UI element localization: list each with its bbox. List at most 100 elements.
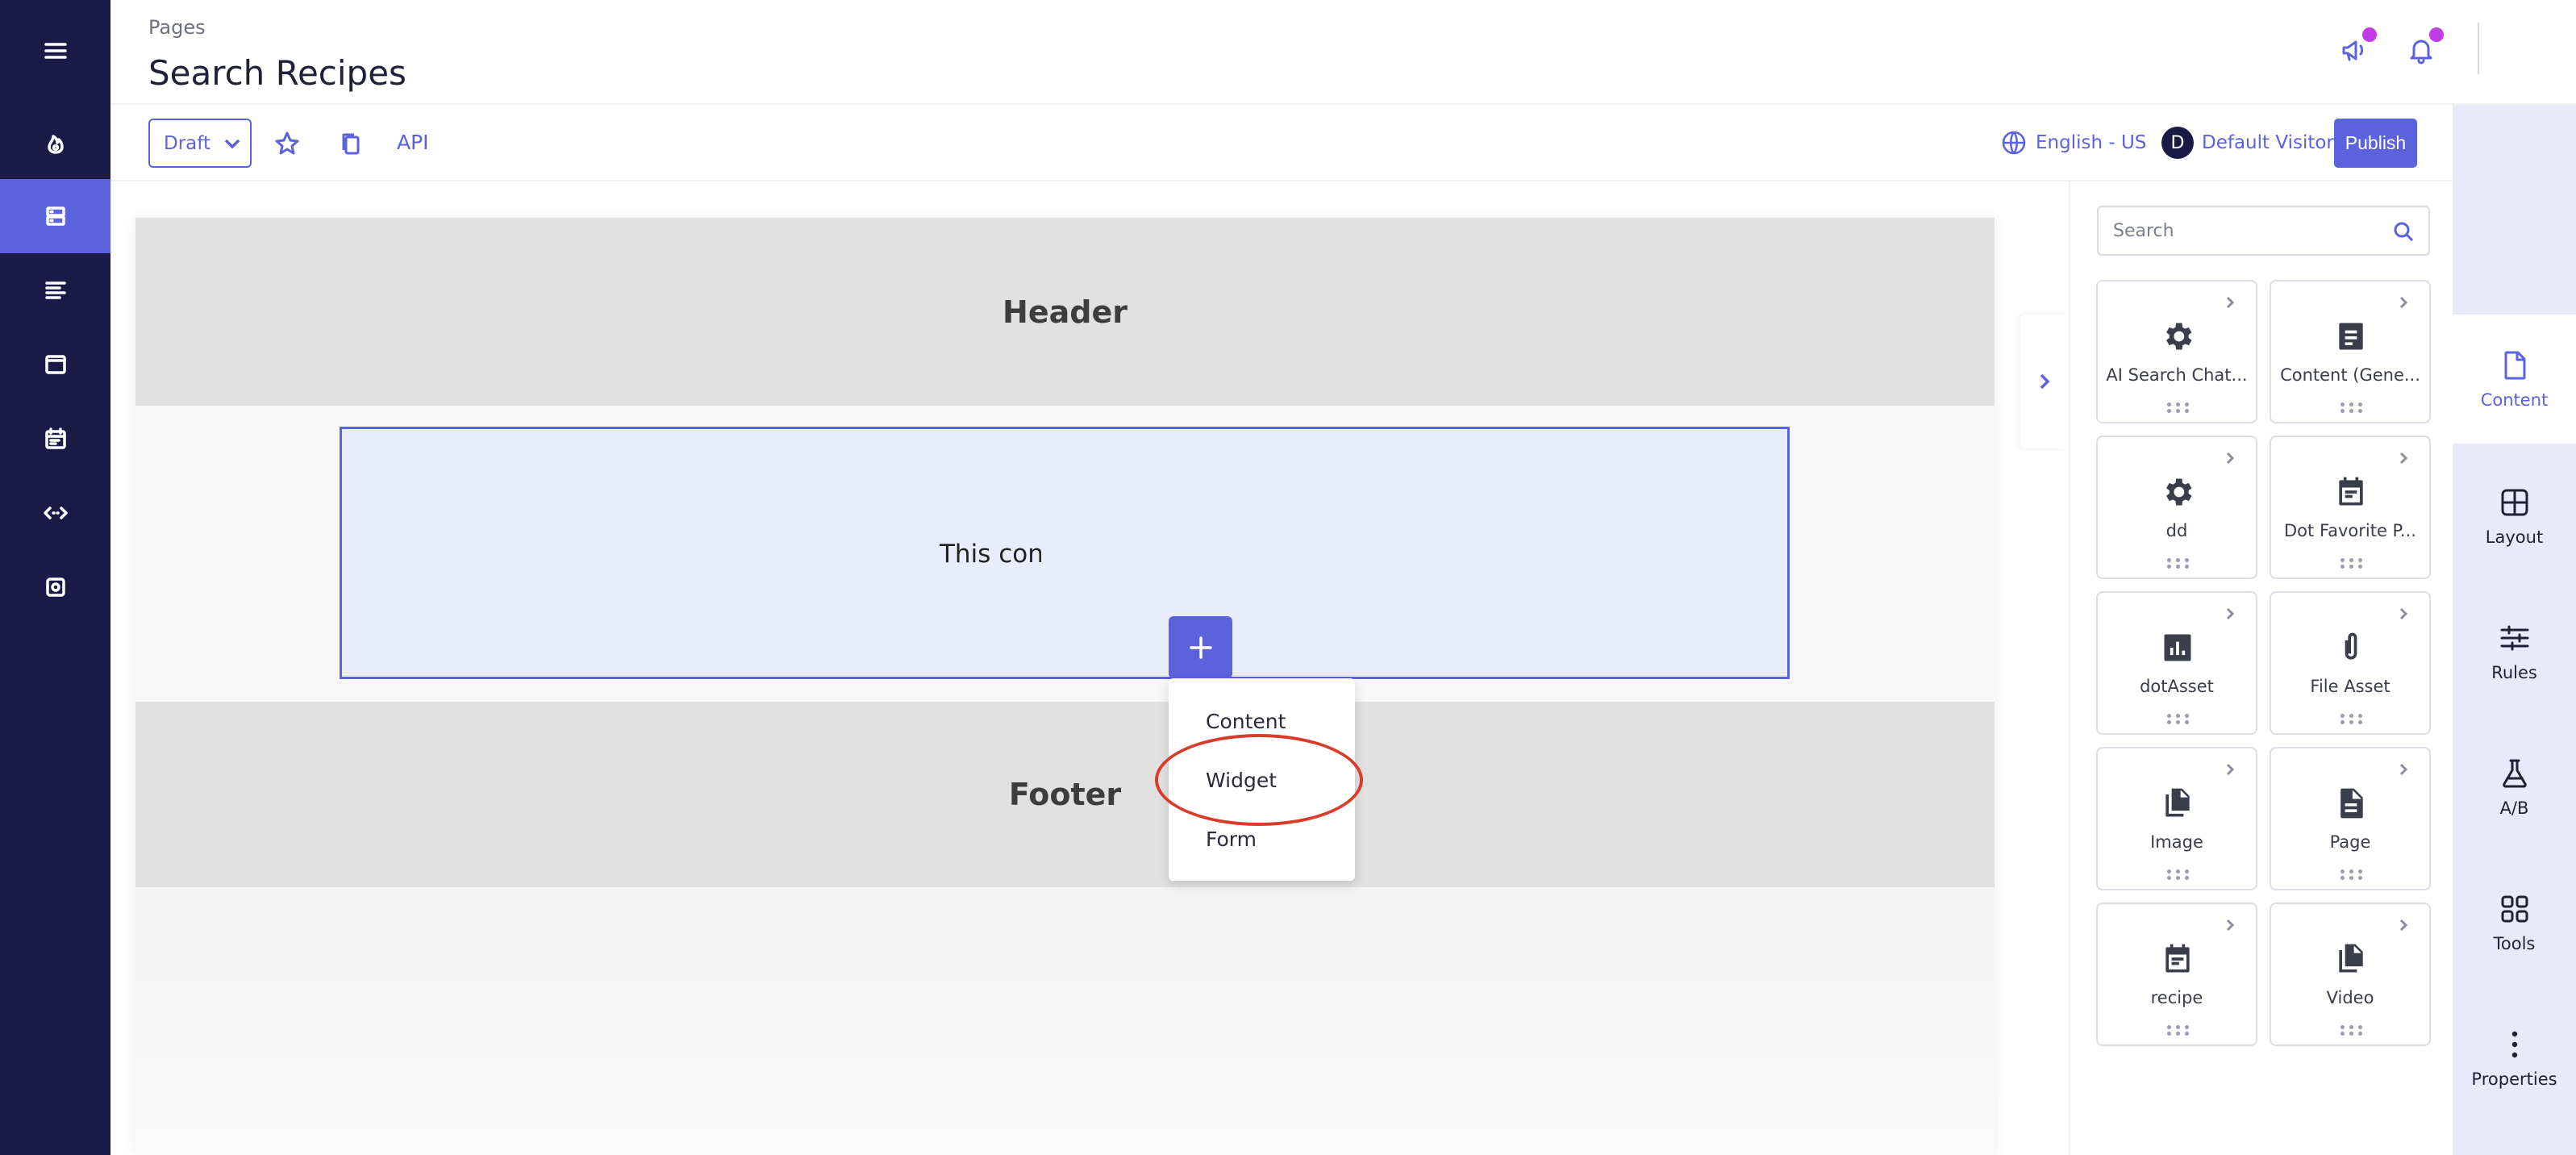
- palette-search: [2097, 206, 2430, 256]
- mode-dropdown[interactable]: Draft: [148, 119, 252, 168]
- notification-badge: [2429, 27, 2444, 42]
- palette-tile-dotasset[interactable]: dotAsset: [2096, 591, 2257, 735]
- document-icon: [2339, 323, 2363, 350]
- palette-tile-image[interactable]: Image: [2096, 747, 2257, 890]
- chevron-right-icon: [2040, 373, 2050, 390]
- palette-tile-ai-search-chat[interactable]: AI Search Chat...: [2096, 280, 2257, 423]
- window-icon: [44, 355, 66, 374]
- publish-button[interactable]: Publish: [2334, 119, 2417, 168]
- drag-handle-icon[interactable]: [2167, 402, 2190, 414]
- rail-tab-properties[interactable]: Properties: [2453, 1028, 2576, 1089]
- calendar-icon: [44, 427, 66, 449]
- gear-icon: [2166, 478, 2192, 506]
- drag-handle-icon[interactable]: [2167, 1025, 2190, 1036]
- globe-icon: [2002, 131, 2026, 155]
- nav-item-site[interactable]: [0, 179, 110, 253]
- drag-handle-icon[interactable]: [2167, 714, 2190, 725]
- api-link[interactable]: API: [397, 131, 429, 154]
- drag-handle-icon[interactable]: [2340, 869, 2363, 881]
- flame-icon: [47, 135, 64, 154]
- rail-tab-rules[interactable]: Rules: [2453, 621, 2576, 682]
- header-block[interactable]: Header: [135, 218, 1995, 406]
- rail-tab-layout[interactable]: Layout: [2453, 486, 2576, 547]
- site-icon: [45, 206, 65, 226]
- menu-item-form[interactable]: Form: [1206, 828, 1257, 851]
- add-content-button[interactable]: [1169, 616, 1232, 678]
- copy-url-button[interactable]: [334, 127, 368, 161]
- plus-icon: [1189, 636, 1212, 659]
- chevron-right-icon[interactable]: [2395, 761, 2411, 778]
- tile-label: dd: [2165, 521, 2188, 540]
- content-container[interactable]: This content: [340, 427, 1790, 679]
- page-canvas: Header This content Footer Content Widge…: [135, 218, 1995, 1155]
- palette-tile-dd[interactable]: dd: [2096, 436, 2257, 579]
- nav-item-developer[interactable]: [0, 476, 110, 550]
- tile-label: Content (Gene...: [2280, 365, 2420, 385]
- menu-item-widget[interactable]: Widget: [1206, 769, 1277, 792]
- palette-tile-video[interactable]: Video: [2270, 903, 2431, 1046]
- tile-label: dotAsset: [2140, 677, 2214, 696]
- notifications-button[interactable]: [2402, 27, 2444, 69]
- code-icon: [43, 507, 68, 519]
- menu-item-content[interactable]: Content: [1206, 710, 1286, 733]
- palette-search-input[interactable]: [2113, 219, 2379, 243]
- footer-block[interactable]: Footer: [135, 702, 1995, 887]
- chevron-right-icon[interactable]: [2222, 917, 2238, 933]
- palette-tile-recipe[interactable]: recipe: [2096, 903, 2257, 1046]
- drag-handle-icon[interactable]: [2167, 869, 2190, 881]
- contentlet-text[interactable]: This content: [940, 540, 1041, 569]
- tile-label: Image: [2150, 832, 2203, 852]
- chevron-right-icon[interactable]: [2395, 294, 2411, 311]
- nav-item-calendar[interactable]: [0, 402, 110, 476]
- nav-item-dashboard[interactable]: [0, 106, 110, 180]
- chevron-right-icon[interactable]: [2395, 450, 2411, 466]
- announcements-button[interactable]: [2335, 27, 2377, 69]
- palette-tile-file-asset[interactable]: File Asset: [2270, 591, 2431, 735]
- bar-chart-icon: [2164, 634, 2191, 661]
- drag-handle-icon[interactable]: [2340, 402, 2363, 414]
- rail-label: Content: [2480, 390, 2549, 410]
- rail-tab-tools[interactable]: Tools: [2453, 892, 2576, 953]
- document-icon: [2340, 788, 2363, 819]
- favorite-button[interactable]: [270, 127, 304, 161]
- nav-item-browser[interactable]: [0, 327, 110, 402]
- breadcrumb[interactable]: Pages: [148, 16, 206, 39]
- palette-tile-page[interactable]: Page: [2270, 747, 2431, 890]
- empty-canvas-area: [135, 887, 1995, 1155]
- paperclip-icon: [2345, 632, 2357, 660]
- menu-icon: [44, 43, 67, 59]
- announcement-badge: [2362, 27, 2377, 42]
- collapse-palette-button[interactable]: [2020, 315, 2069, 448]
- search-icon[interactable]: [2391, 219, 2416, 244]
- drag-handle-icon[interactable]: [2340, 558, 2363, 569]
- language-selector[interactable]: English - US: [2000, 129, 2146, 156]
- chevron-right-icon[interactable]: [2222, 606, 2238, 622]
- page-title: Search Recipes: [148, 53, 406, 93]
- chevron-right-icon[interactable]: [2395, 917, 2411, 933]
- chevron-right-icon[interactable]: [2222, 450, 2238, 466]
- visitor-initial-badge: D: [2161, 127, 2194, 159]
- settings-icon: [45, 578, 65, 597]
- drag-handle-icon[interactable]: [2167, 558, 2190, 569]
- nav-item-settings[interactable]: [0, 550, 110, 624]
- visitor-selector[interactable]: D Default Visitor: [2161, 127, 2334, 159]
- gear-icon: [2166, 323, 2192, 350]
- editor-side-rail: Content Layout Rules A/B Tools Propertie…: [2453, 105, 2576, 1155]
- tile-label: Page: [2329, 832, 2371, 852]
- drag-handle-icon[interactable]: [2340, 1025, 2363, 1036]
- tile-label: File Asset: [2310, 677, 2391, 696]
- palette-tile-dot-favorite-page[interactable]: Dot Favorite P...: [2270, 436, 2431, 579]
- chevron-right-icon[interactable]: [2222, 761, 2238, 778]
- chevron-right-icon[interactable]: [2395, 606, 2411, 622]
- nav-item-content[interactable]: [0, 253, 110, 327]
- menu-toggle-button[interactable]: [0, 14, 110, 88]
- calendar-icon: [2339, 477, 2363, 506]
- chevron-right-icon[interactable]: [2222, 294, 2238, 311]
- rail-label: Layout: [2485, 527, 2544, 547]
- drag-handle-icon[interactable]: [2340, 714, 2363, 725]
- rail-label: Properties: [2471, 1070, 2557, 1089]
- rail-tab-content[interactable]: Content: [2453, 315, 2576, 444]
- editor-toolbar: Draft API English - US D Default Visitor…: [110, 105, 2453, 181]
- rail-tab-ab-testing[interactable]: A/B: [2453, 757, 2576, 818]
- palette-tile-content-generic[interactable]: Content (Gene...: [2270, 280, 2431, 423]
